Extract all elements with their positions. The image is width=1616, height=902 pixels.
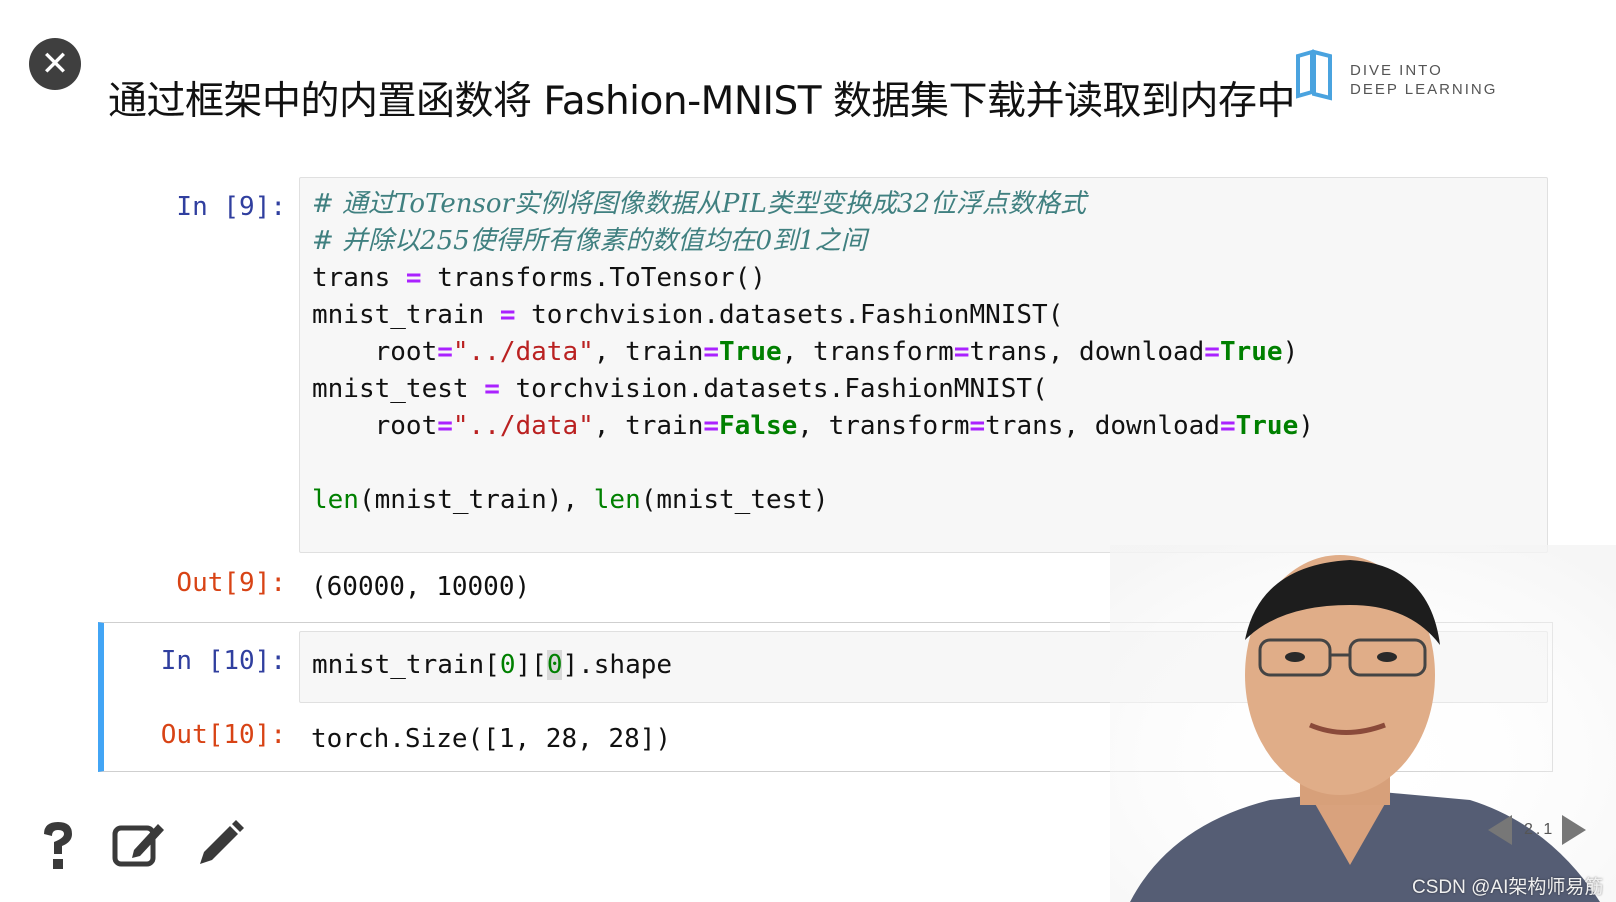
prev-slide-icon[interactable] bbox=[1488, 815, 1512, 845]
cell9-output: (60000, 10000) bbox=[311, 572, 531, 602]
cell9-in-prompt: In [9]: bbox=[176, 192, 286, 222]
presenter-video bbox=[1110, 545, 1616, 902]
logo-book-icon bbox=[1296, 49, 1332, 101]
cell10-output: torch.Size([1, 28, 28]) bbox=[311, 724, 672, 754]
pencil-icon[interactable] bbox=[196, 820, 244, 880]
cell10-in-prompt: In [10]: bbox=[160, 646, 286, 676]
cell9-comment2: # 并除以255使得所有像素的数值均在0到1之间 bbox=[312, 226, 867, 256]
logo-line2: DEEP LEARNING bbox=[1350, 81, 1498, 98]
watermark: CSDN @AI架构师易筋 bbox=[1412, 877, 1604, 898]
close-icon[interactable]: ✕ bbox=[29, 38, 81, 90]
slide-number: 2.1 bbox=[1524, 821, 1556, 838]
logo-line1: DIVE INTO bbox=[1350, 62, 1443, 79]
cell9-input[interactable]: # 通过ToTensor实例将图像数据从PIL类型变换成32位浮点数格式 # 并… bbox=[299, 177, 1548, 553]
next-slide-icon[interactable] bbox=[1562, 815, 1586, 845]
cell9-out-prompt: Out[9]: bbox=[176, 568, 286, 598]
edit-box-icon[interactable] bbox=[112, 820, 166, 880]
cell9-code: # 通过ToTensor实例将图像数据从PIL类型变换成32位浮点数格式 # 并… bbox=[312, 189, 1314, 515]
cell9-comment1: # 通过ToTensor实例将图像数据从PIL类型变换成32位浮点数格式 bbox=[312, 189, 1087, 219]
question-icon[interactable] bbox=[38, 820, 78, 882]
slide-title: 通过框架中的内置函数将 Fashion-MNIST 数据集下载并读取到内存中 bbox=[108, 79, 1295, 124]
cell10-out-prompt: Out[10]: bbox=[160, 720, 286, 750]
logo: DIVE INTO DEEP LEARNING bbox=[1290, 48, 1520, 108]
cell10-code: mnist_train[0][0].shape bbox=[312, 650, 673, 680]
